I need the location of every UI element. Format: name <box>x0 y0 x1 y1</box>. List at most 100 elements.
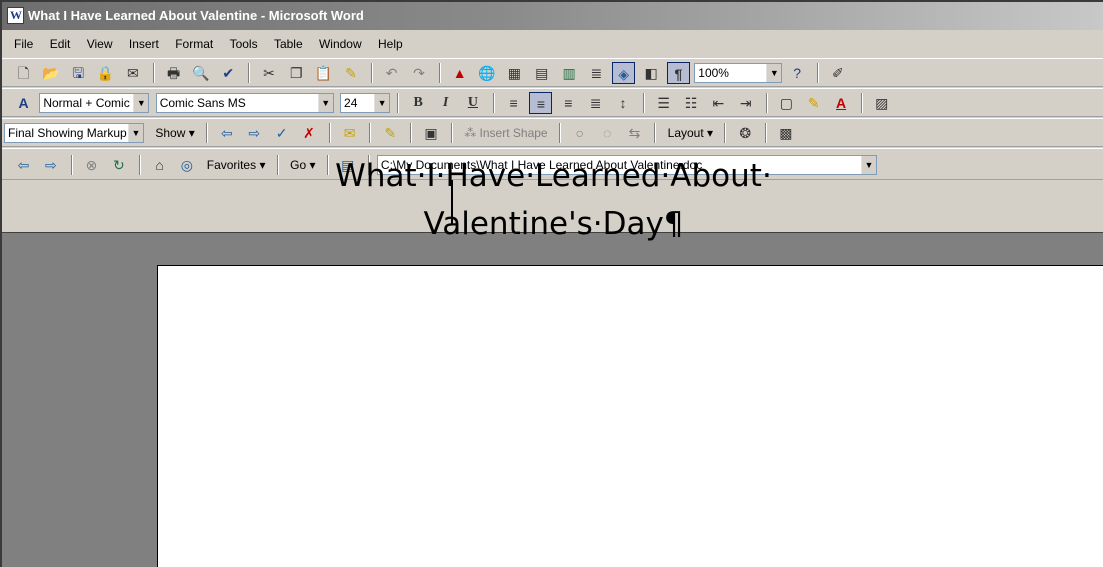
document-heading[interactable]: What·I·Have·Learned·About· Valentine's·D… <box>2 152 1103 248</box>
zoom-value: 100% <box>698 66 729 80</box>
document-workspace <box>2 232 1103 567</box>
window-title: What I Have Learned About Valentine - Mi… <box>28 8 364 23</box>
previous-change-icon[interactable]: ⇦ <box>215 122 238 144</box>
insert-excel-icon[interactable]: ▥ <box>558 62 581 84</box>
style-dropdown[interactable]: Normal + Comic ▼ <box>39 93 150 113</box>
align-right-icon[interactable]: ≡ <box>557 92 580 114</box>
email-icon[interactable]: ✉ <box>121 62 144 84</box>
line-spacing-icon[interactable]: ↕ <box>611 92 634 114</box>
spelling-icon[interactable]: ✔ <box>217 62 240 84</box>
reviewing-pane-icon[interactable]: ▣ <box>420 122 443 144</box>
display-for-review-dropdown[interactable]: Final Showing Markup ▼ <box>4 123 144 143</box>
separator <box>765 93 768 113</box>
bold-icon[interactable]: B <box>407 92 430 114</box>
reject-change-icon[interactable]: ✗ <box>297 122 320 144</box>
separator <box>724 123 727 143</box>
font-dropdown[interactable]: Comic Sans MS ▼ <box>155 93 334 113</box>
separator <box>438 63 441 83</box>
pen-icon[interactable]: ✐ <box>826 62 849 84</box>
ink-icon[interactable]: ▲ <box>448 62 471 84</box>
redo-icon[interactable]: ↷ <box>408 62 431 84</box>
accept-change-icon[interactable]: ✓ <box>270 122 293 144</box>
new-comment-icon[interactable]: ✉ <box>338 122 361 144</box>
font-size-dropdown[interactable]: 24 ▼ <box>340 93 391 113</box>
open-folder-icon[interactable]: 📂 <box>39 62 62 84</box>
help-icon[interactable]: ? <box>786 62 809 84</box>
separator <box>816 63 819 83</box>
chevron-down-icon[interactable]: ▼ <box>374 94 390 112</box>
underline-icon[interactable]: U <box>461 92 484 114</box>
separator <box>369 123 372 143</box>
text-wrap-icon[interactable]: ▩ <box>774 122 797 144</box>
menu-edit[interactable]: Edit <box>50 32 71 57</box>
chevron-down-icon[interactable]: ▼ <box>128 124 143 142</box>
separator <box>248 63 251 83</box>
formatting-toolbar: A Normal + Comic ▼ Comic Sans MS ▼ 24 ▼ … <box>2 88 1103 117</box>
word-app-icon[interactable] <box>7 7 24 24</box>
menu-window[interactable]: Window <box>319 32 362 57</box>
separator <box>558 123 561 143</box>
diagram-style-icon[interactable]: ❂ <box>734 122 757 144</box>
menu-format[interactable]: Format <box>175 32 213 57</box>
italic-icon[interactable]: I <box>434 92 457 114</box>
decrease-indent-icon[interactable]: ⇤ <box>707 92 730 114</box>
menu-table[interactable]: Table <box>274 32 303 57</box>
document-map-icon[interactable]: ◧ <box>640 62 663 84</box>
diagram-move-icon[interactable]: ⇆ <box>623 122 646 144</box>
document-page[interactable] <box>157 265 1103 567</box>
diagram-reverse-icon[interactable]: ◌ <box>596 122 619 144</box>
picture-icon[interactable]: ▨ <box>870 92 893 114</box>
insert-shape-button[interactable]: ⁂ Insert Shape <box>460 122 551 144</box>
permission-icon[interactable]: 🔒 <box>94 62 117 84</box>
separator <box>370 63 373 83</box>
menu-insert[interactable]: Insert <box>129 32 159 57</box>
insert-table-icon[interactable]: ▤ <box>530 62 553 84</box>
layout-menu-button[interactable]: Layout ▾ <box>664 122 717 144</box>
highlight-icon[interactable]: ✎ <box>802 92 825 114</box>
separator <box>642 93 645 113</box>
separator <box>492 93 495 113</box>
align-center-icon[interactable]: ≡ <box>529 92 553 114</box>
numbering-icon[interactable]: ☰ <box>652 92 675 114</box>
menu-view[interactable]: View <box>87 32 113 57</box>
style-value: Normal + Comic <box>43 96 130 110</box>
diagram-shape-icon[interactable]: ○ <box>568 122 591 144</box>
justify-icon[interactable]: ≣ <box>584 92 607 114</box>
separator <box>152 63 155 83</box>
zoom-dropdown[interactable]: 100% ▼ <box>694 63 783 83</box>
bullets-icon[interactable]: ☷ <box>680 92 703 114</box>
next-change-icon[interactable]: ⇨ <box>243 122 266 144</box>
columns-icon[interactable]: ≣ <box>585 62 608 84</box>
styles-icon[interactable]: A <box>12 92 35 114</box>
undo-icon[interactable]: ↶ <box>380 62 403 84</box>
chevron-down-icon[interactable]: ▼ <box>766 64 782 82</box>
paste-icon[interactable]: 📋 <box>312 62 335 84</box>
align-left-icon[interactable]: ≡ <box>502 92 525 114</box>
tables-borders-icon[interactable]: ▦ <box>503 62 526 84</box>
show-hide-icon[interactable]: ¶ <box>666 62 690 84</box>
new-document-icon[interactable]: 🗋 <box>12 62 35 84</box>
increase-indent-icon[interactable]: ⇥ <box>734 92 757 114</box>
border-icon[interactable]: ▢ <box>775 92 798 114</box>
font-color-icon[interactable]: A <box>830 92 853 114</box>
copy-icon[interactable]: ❐ <box>285 62 308 84</box>
title-bar[interactable]: What I Have Learned About Valentine - Mi… <box>2 2 1103 30</box>
separator <box>654 123 657 143</box>
menu-help[interactable]: Help <box>378 32 403 57</box>
drawing-icon[interactable]: ◈ <box>612 62 636 84</box>
menu-tools[interactable]: Tools <box>230 32 258 57</box>
chevron-down-icon[interactable]: ▼ <box>133 94 149 112</box>
menu-file[interactable]: File <box>14 32 33 57</box>
format-painter-icon[interactable]: ✎ <box>339 62 362 84</box>
track-changes-icon[interactable]: ✎ <box>379 122 402 144</box>
print-icon[interactable]: 🖶 <box>162 62 185 84</box>
separator <box>410 123 413 143</box>
cut-icon[interactable]: ✂ <box>257 62 280 84</box>
chevron-down-icon[interactable]: ▼ <box>317 94 333 112</box>
separator <box>860 93 863 113</box>
menu-bar: File Edit View Insert Format Tools Table… <box>2 32 1103 57</box>
print-preview-icon[interactable]: 🔍 <box>189 62 212 84</box>
save-icon[interactable]: 🖫 <box>67 62 90 84</box>
show-menu-button[interactable]: Show ▾ <box>151 122 198 144</box>
hyperlink-icon[interactable]: 🌐 <box>476 62 499 84</box>
